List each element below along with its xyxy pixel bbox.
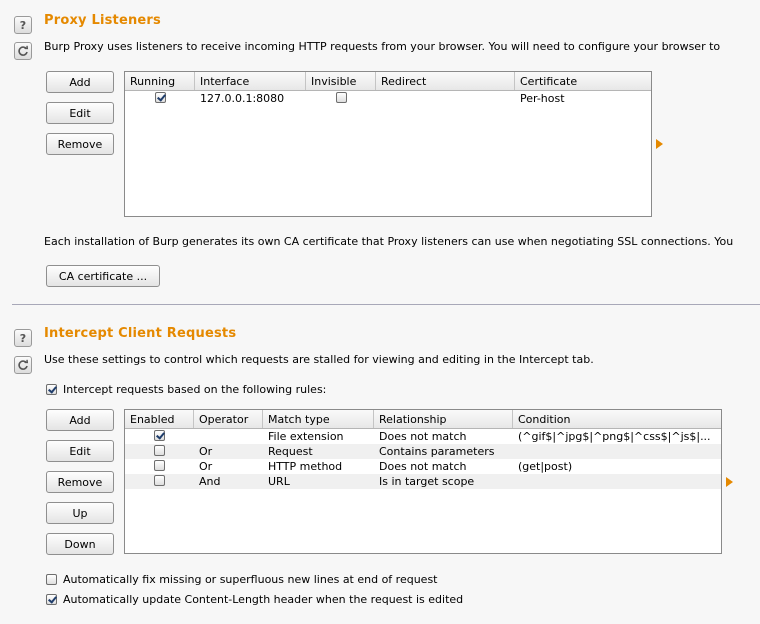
ca-description: Each installation of Burp generates its …	[44, 235, 734, 248]
operator-cell: And	[199, 475, 221, 488]
table-row[interactable]: Or Request Contains parameters	[125, 444, 721, 459]
update-content-length-option[interactable]: Automatically update Content-Length head…	[46, 593, 463, 606]
condition-cell: (^gif$|^jpg$|^png$|^css$|^js$|...	[518, 430, 711, 443]
section-divider	[12, 304, 760, 305]
listener-remove-button[interactable]: Remove	[46, 133, 114, 155]
certificate-cell: Per-host	[520, 92, 565, 105]
ca-certificate-button[interactable]: CA certificate ...	[46, 265, 160, 287]
expand-arrow-icon[interactable]	[726, 477, 733, 487]
rule-remove-button[interactable]: Remove	[46, 471, 114, 493]
update-content-length-checkbox[interactable]	[46, 594, 57, 605]
operator-cell	[194, 429, 263, 444]
rules-table-header: Enabled Operator Match type Relationship…	[125, 410, 721, 429]
refresh-icon[interactable]	[14, 42, 32, 60]
column-header-relationship[interactable]: Relationship	[374, 410, 513, 428]
intercept-rules-label: Intercept requests based on the followin…	[63, 383, 327, 396]
section-title-proxy-listeners: Proxy Listeners	[44, 13, 161, 28]
rule-down-button[interactable]: Down	[46, 533, 114, 555]
operator-cell: Or	[199, 460, 213, 473]
table-row[interactable]: File extension Does not match (^gif$|^jp…	[125, 429, 721, 444]
proxy-listeners-description: Burp Proxy uses listeners to receive inc…	[44, 40, 721, 53]
refresh-icon[interactable]	[14, 356, 32, 374]
section-title-intercept-client-requests: Intercept Client Requests	[44, 326, 237, 341]
column-header-certificate[interactable]: Certificate	[515, 72, 651, 90]
fix-newlines-option[interactable]: Automatically fix missing or superfluous…	[46, 573, 438, 586]
update-content-length-label: Automatically update Content-Length head…	[63, 593, 464, 606]
table-row[interactable]: Or HTTP method Does not match (get|post)	[125, 459, 721, 474]
condition-cell	[513, 474, 721, 489]
listener-add-button[interactable]: Add	[46, 71, 114, 93]
operator-cell: Or	[199, 445, 213, 458]
relationship-cell: Contains parameters	[379, 445, 495, 458]
column-header-interface[interactable]: Interface	[195, 72, 306, 90]
invisible-checkbox[interactable]	[335, 92, 347, 103]
help-icon[interactable]: ?	[14, 16, 32, 34]
relationship-cell: Is in target scope	[379, 475, 475, 488]
intercept-rules-checkbox[interactable]	[46, 384, 57, 395]
listeners-table-header: Running Interface Invisible Redirect Cer…	[125, 72, 651, 91]
match-type-cell: Request	[268, 445, 313, 458]
expand-arrow-icon[interactable]	[656, 139, 663, 149]
intercept-description: Use these settings to control which requ…	[44, 353, 594, 366]
intercept-rules-table[interactable]: Enabled Operator Match type Relationship…	[124, 409, 722, 554]
rule-up-button[interactable]: Up	[46, 502, 114, 524]
listener-edit-button[interactable]: Edit	[46, 102, 114, 124]
rule-enabled-checkbox[interactable]	[154, 445, 165, 456]
column-header-match-type[interactable]: Match type	[263, 410, 374, 428]
column-header-enabled[interactable]: Enabled	[125, 410, 194, 428]
column-header-redirect[interactable]: Redirect	[376, 72, 515, 90]
intercept-rules-option[interactable]: Intercept requests based on the followin…	[46, 383, 326, 396]
listeners-table[interactable]: Running Interface Invisible Redirect Cer…	[124, 71, 652, 217]
rule-enabled-checkbox[interactable]	[154, 475, 165, 486]
relationship-cell: Does not match	[379, 430, 467, 443]
rule-edit-button[interactable]: Edit	[46, 440, 114, 462]
column-header-condition[interactable]: Condition	[513, 410, 721, 428]
match-type-cell: HTTP method	[268, 460, 343, 473]
match-type-cell: URL	[268, 475, 290, 488]
table-row[interactable]: 127.0.0.1:8080 Per-host	[125, 91, 651, 106]
condition-cell	[513, 444, 721, 459]
column-header-running[interactable]: Running	[125, 72, 195, 90]
interface-cell: 127.0.0.1:8080	[200, 92, 285, 105]
rule-add-button[interactable]: Add	[46, 409, 114, 431]
column-header-invisible[interactable]: Invisible	[306, 72, 376, 90]
rule-enabled-checkbox[interactable]	[154, 430, 165, 441]
table-row[interactable]: And URL Is in target scope	[125, 474, 721, 489]
fix-newlines-checkbox[interactable]	[46, 574, 57, 585]
help-icon[interactable]: ?	[14, 329, 32, 347]
rule-enabled-checkbox[interactable]	[154, 460, 165, 471]
redirect-cell	[376, 91, 515, 106]
relationship-cell: Does not match	[379, 460, 467, 473]
match-type-cell: File extension	[268, 430, 344, 443]
fix-newlines-label: Automatically fix missing or superfluous…	[63, 573, 438, 586]
column-header-operator[interactable]: Operator	[194, 410, 263, 428]
running-checkbox[interactable]	[154, 92, 166, 103]
condition-cell: (get|post)	[518, 460, 573, 473]
